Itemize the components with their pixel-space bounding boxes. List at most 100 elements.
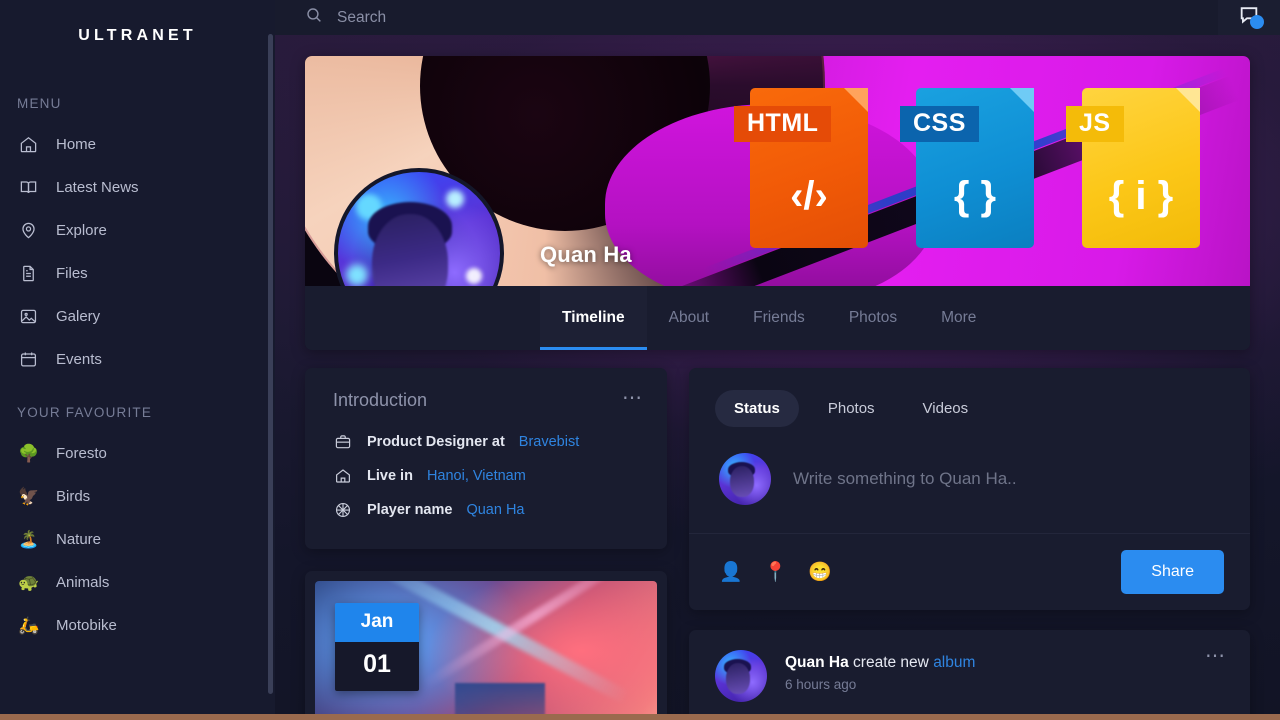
sidebar-favourite-birds[interactable]: 🦅 Birds — [0, 475, 275, 518]
sidebar: ULTRANET MENU Home Latest News Explore F — [0, 0, 275, 720]
sidebar-item-home[interactable]: Home — [0, 123, 275, 166]
notification-badge — [1250, 15, 1264, 29]
post-card: Quan Ha create new album 6 hours ago ⋯ — [689, 630, 1250, 720]
html-badge-glyph: ‹/› — [790, 174, 828, 218]
eagle-icon: 🦅 — [18, 487, 40, 506]
post-action-text: create new — [853, 654, 929, 671]
home-icon — [333, 466, 353, 486]
search-bar[interactable]: Search — [275, 6, 1218, 29]
content-columns: Introduction ⋯ Product Designer at Brave… — [305, 368, 1250, 720]
js-badge-glyph: { i } — [1108, 174, 1174, 218]
left-column: Introduction ⋯ Product Designer at Brave… — [305, 368, 667, 720]
cover-photo: HTML ‹/› CSS { } JS { i } Quan Ha — [305, 56, 1250, 286]
sidebar-item-events[interactable]: Events — [0, 338, 275, 381]
event-month: Jan — [335, 603, 419, 642]
sidebar-item-files[interactable]: Files — [0, 252, 275, 295]
calendar-icon — [18, 350, 38, 370]
css-badge-label: CSS — [900, 106, 979, 142]
profile-name: Quan Ha — [540, 242, 632, 267]
composer-tab-videos[interactable]: Videos — [904, 390, 988, 427]
search-input[interactable]: Search — [337, 9, 386, 27]
profile-tabs: Timeline About Friends Photos More — [305, 286, 1250, 350]
sidebar-scrollbar[interactable] — [268, 34, 273, 694]
js-badge-icon: JS { i } — [1066, 88, 1200, 248]
basketball-icon — [333, 500, 353, 520]
sidebar-favourite-label: Birds — [56, 488, 91, 505]
tab-friends[interactable]: Friends — [731, 286, 827, 350]
introduction-header: Introduction ⋯ — [305, 368, 667, 425]
feeling-icon[interactable]: 😁 — [808, 563, 832, 582]
sidebar-item-label: Galery — [56, 308, 101, 325]
tab-more[interactable]: More — [919, 286, 998, 350]
document-icon — [18, 264, 38, 284]
introduction-row-player: Player name Quan Ha — [305, 493, 667, 527]
sidebar-item-label: Events — [56, 351, 102, 368]
composer-input[interactable]: Write something to Quan Ha.. — [793, 469, 1017, 489]
sidebar-item-label: Explore — [56, 222, 107, 239]
brand-logo[interactable]: ULTRANET — [0, 0, 275, 72]
introduction-row-link[interactable]: Bravebist — [519, 434, 579, 450]
introduction-row-text: Live in — [367, 468, 413, 484]
sidebar-favourite-foresto[interactable]: 🌳 Foresto — [0, 432, 275, 475]
book-icon — [18, 178, 38, 198]
sidebar-section-favourite-label: YOUR FAVOURITE — [17, 405, 153, 420]
composer-tab-status[interactable]: Status — [715, 390, 799, 427]
main-content: Search HTML ‹/› CSS {} JS {i} Quan Ha… — [275, 0, 1280, 720]
image-icon — [18, 307, 38, 327]
post-title: Quan Ha create new album — [785, 654, 1187, 672]
post-author[interactable]: Quan Ha — [785, 654, 849, 671]
avatar[interactable] — [715, 650, 767, 702]
ellipsis-icon[interactable]: ⋯ — [1205, 646, 1226, 668]
location-icon[interactable]: 📍 — [764, 563, 788, 582]
sidebar-favourite-label: Nature — [56, 531, 102, 548]
messages-button[interactable] — [1218, 0, 1280, 35]
search-icon — [305, 6, 323, 29]
scroll-area: HTML ‹/› CSS { } JS { i } Quan Ha Timeli… — [275, 56, 1280, 720]
post-link[interactable]: album — [933, 654, 975, 671]
css-badge-icon: CSS { } — [900, 88, 1034, 248]
introduction-row-text: Player name — [367, 502, 453, 518]
sidebar-item-label: Home — [56, 136, 97, 153]
tab-photos[interactable]: Photos — [827, 286, 919, 350]
event-photo: Jan 01 — [315, 581, 657, 720]
location-pin-icon — [18, 221, 38, 241]
sidebar-favourite-motobike[interactable]: 🛵 Motobike — [0, 604, 275, 647]
introduction-card: Introduction ⋯ Product Designer at Brave… — [305, 368, 667, 549]
composer-actions: 👤 📍 😁 Share — [689, 533, 1250, 610]
js-badge-label: JS — [1066, 106, 1124, 142]
right-column: Status Photos Videos Write something to … — [689, 368, 1250, 720]
composer-tabs: Status Photos Videos — [715, 390, 1224, 427]
event-day: 01 — [335, 642, 419, 691]
post-timestamp: 6 hours ago — [785, 677, 857, 692]
tab-about[interactable]: About — [647, 286, 732, 350]
tech-badges: HTML ‹/› CSS { } JS { i } — [734, 88, 1200, 248]
topbar: Search — [275, 0, 1280, 35]
composer-tab-photos[interactable]: Photos — [809, 390, 894, 427]
sidebar-favourite-animals[interactable]: 🐢 Animals — [0, 561, 275, 604]
introduction-row-link[interactable]: Hanoi, Vietnam — [427, 468, 526, 484]
sidebar-item-latest-news[interactable]: Latest News — [0, 166, 275, 209]
tag-people-icon[interactable]: 👤 — [719, 563, 743, 582]
sidebar-favourite-nature[interactable]: 🏝️ Nature — [0, 518, 275, 561]
post-header: Quan Ha create new album 6 hours ago ⋯ — [715, 646, 1226, 702]
composer: Status Photos Videos Write something to … — [689, 368, 1250, 533]
sidebar-item-label: Files — [56, 265, 88, 282]
turtle-icon: 🐢 — [18, 573, 40, 592]
ellipsis-icon[interactable]: ⋯ — [622, 388, 643, 410]
tree-icon: 🌳 — [18, 444, 40, 463]
share-button[interactable]: Share — [1121, 550, 1224, 594]
sidebar-item-galery[interactable]: Galery — [0, 295, 275, 338]
tab-timeline[interactable]: Timeline — [540, 286, 647, 350]
avatar — [719, 453, 771, 505]
introduction-title: Introduction — [333, 390, 428, 410]
profile-card: HTML ‹/› CSS { } JS { i } Quan Ha Timeli… — [305, 56, 1250, 350]
introduction-row-link[interactable]: Quan Ha — [466, 502, 524, 518]
composer-input-row: Write something to Quan Ha.. — [715, 427, 1224, 533]
sidebar-favourite-label: Motobike — [56, 617, 117, 634]
event-card[interactable]: Jan 01 — [305, 571, 667, 720]
sidebar-item-explore[interactable]: Explore — [0, 209, 275, 252]
composer-action-icons: 👤 📍 😁 — [719, 563, 832, 582]
sidebar-item-label: Latest News — [56, 179, 139, 196]
sidebar-favourite-label: Foresto — [56, 445, 107, 462]
sidebar-section-menu-label: MENU — [17, 96, 62, 111]
